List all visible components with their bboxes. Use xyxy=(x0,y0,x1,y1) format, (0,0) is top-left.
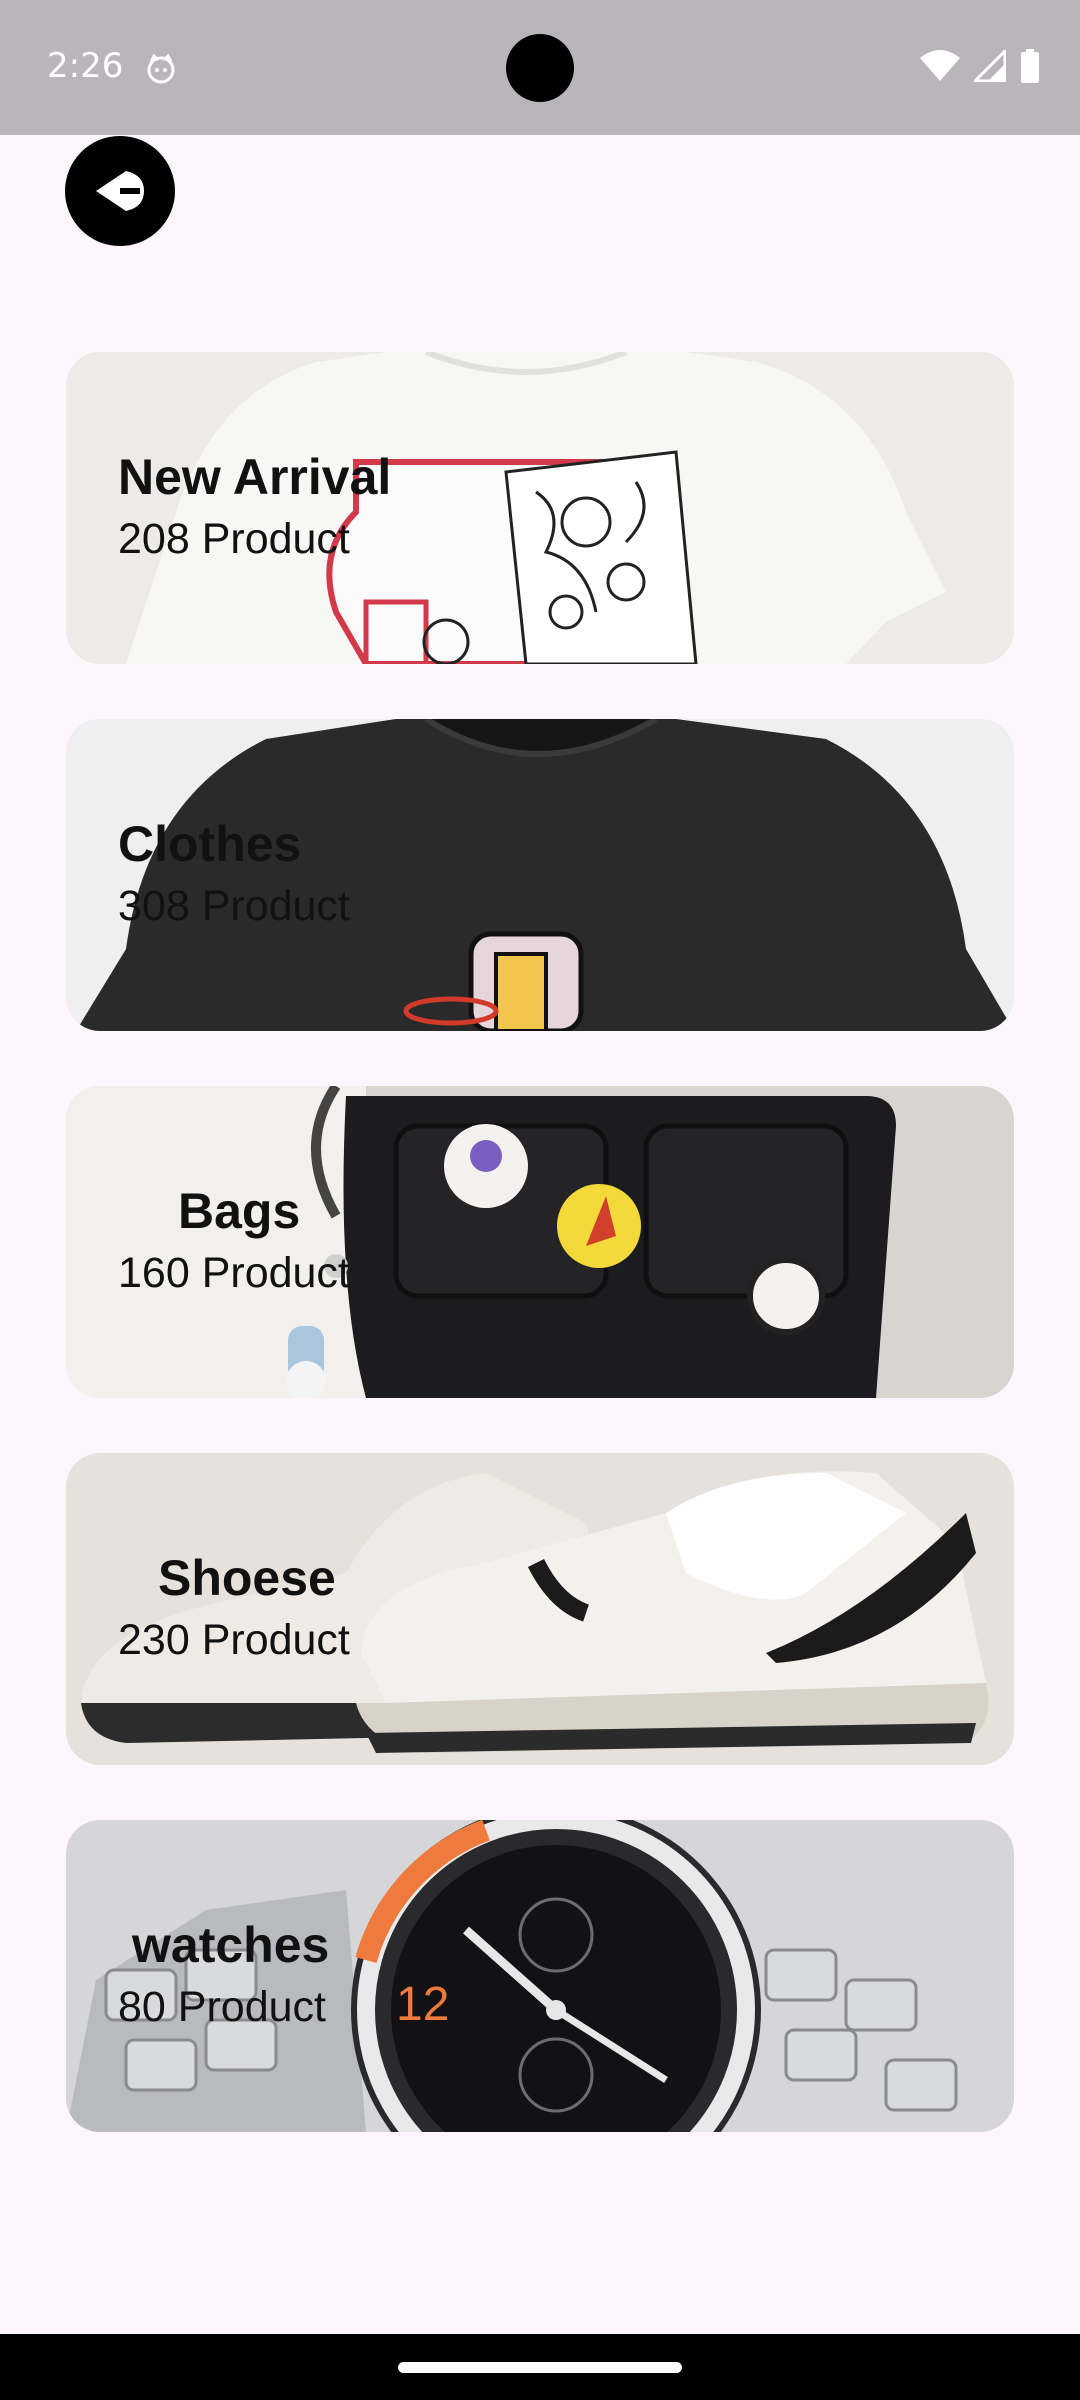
category-count: 230 Product xyxy=(118,1616,350,1664)
notification-cat-icon xyxy=(145,53,177,84)
camera-cutout xyxy=(506,34,574,102)
back-button[interactable] xyxy=(65,136,175,246)
category-title: Clothes xyxy=(118,816,302,872)
category-title: Bags xyxy=(178,1183,301,1239)
status-bar: 2:26 xyxy=(0,0,1080,135)
category-title: New Arrival xyxy=(118,449,392,505)
wifi-icon xyxy=(920,49,960,87)
home-indicator[interactable] xyxy=(398,2362,682,2373)
category-title: watches xyxy=(132,1917,330,1973)
category-text: New Arrival 208 Product xyxy=(118,447,418,567)
status-icons xyxy=(920,46,1040,88)
category-text: Shoese 230 Product xyxy=(118,1548,418,1668)
battery-icon xyxy=(1020,48,1040,88)
category-card-bags[interactable]: Bags 160 Product xyxy=(66,1086,1014,1398)
category-count: 80 Product xyxy=(118,1983,326,2031)
category-text: Bags 160 Product xyxy=(118,1181,418,1301)
category-count: 160 Product xyxy=(118,1249,350,1297)
category-card-shoes[interactable]: Shoese 230 Product xyxy=(66,1453,1014,1765)
category-text: watches 80 Product xyxy=(118,1915,418,2035)
category-count: 308 Product xyxy=(118,882,350,930)
category-card-new-arrival[interactable]: New Arrival 208 Product xyxy=(66,352,1014,664)
category-text: Clothes 308 Product xyxy=(118,814,418,934)
category-card-clothes[interactable]: Clothes 308 Product xyxy=(66,719,1014,1031)
category-title: Shoese xyxy=(158,1550,336,1606)
category-count: 208 Product xyxy=(118,515,350,563)
navigation-bar xyxy=(0,2334,1080,2400)
signal-icon xyxy=(971,46,1007,87)
back-arrow-icon xyxy=(96,171,144,211)
status-time: 2:26 xyxy=(47,46,124,86)
category-card-watches[interactable]: 12 watches 80 Product xyxy=(66,1820,1014,2132)
